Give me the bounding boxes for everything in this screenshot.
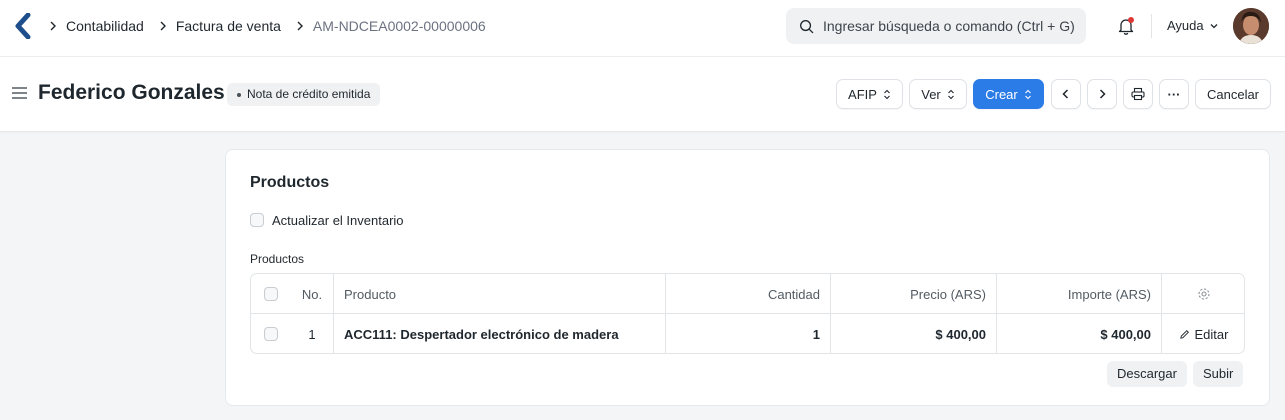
column-header-quantity: Cantidad [666, 274, 831, 314]
more-icon: ··· [1167, 86, 1181, 102]
view-button[interactable]: Ver [909, 79, 967, 109]
column-header-rate: Precio (ARS) [831, 274, 997, 314]
notification-dot [1128, 17, 1134, 23]
more-actions-button[interactable]: ··· [1159, 79, 1189, 109]
chevron-left-icon [1062, 89, 1069, 99]
page-header: Federico Gonzales Nota de crédito emitid… [0, 57, 1285, 132]
column-settings-cell [1162, 274, 1244, 314]
help-menu[interactable]: Ayuda [1167, 18, 1219, 33]
cancel-label: Cancelar [1206, 86, 1260, 102]
download-button[interactable]: Descargar [1107, 361, 1187, 387]
column-header-amount: Importe (ARS) [997, 274, 1162, 314]
select-arrows-icon [884, 89, 890, 99]
upload-button[interactable]: Subir [1193, 361, 1244, 387]
breadcrumb: Contabilidad Factura de venta AM-NDCEA00… [48, 0, 500, 52]
status-badge: Nota de crédito emitida [227, 83, 381, 106]
pencil-icon [1179, 329, 1189, 339]
update-stock-label: Actualizar el Inventario [272, 213, 404, 228]
search-icon [800, 19, 814, 33]
row-product[interactable]: ACC111: Despertador electrónico de mader… [334, 314, 666, 353]
items-section-card: Productos Actualizar el Inventario Produ… [225, 149, 1270, 406]
search-bar[interactable] [786, 8, 1086, 44]
items-table: No. Producto Cantidad Precio (ARS) Impor… [250, 273, 1245, 354]
select-arrows-icon [1024, 89, 1031, 99]
breadcrumb-sales-invoice[interactable]: Factura de venta [176, 18, 281, 34]
table-header-row: No. Producto Cantidad Precio (ARS) Impor… [251, 274, 1244, 314]
help-label: Ayuda [1167, 18, 1204, 33]
divider [1151, 14, 1152, 38]
section-title: Productos [250, 174, 330, 191]
row-checkbox[interactable] [264, 327, 278, 341]
chevron-right-icon [1099, 89, 1106, 99]
afip-button[interactable]: AFIP [836, 79, 903, 109]
edit-label: Editar [1194, 326, 1229, 342]
next-document-button[interactable] [1087, 79, 1117, 109]
chevron-right-icon [295, 21, 305, 31]
sidebar-toggle-icon[interactable] [12, 86, 27, 100]
top-navbar: Contabilidad Factura de venta AM-NDCEA00… [0, 0, 1285, 57]
chevron-down-icon [1210, 23, 1218, 28]
afip-label: AFIP [848, 86, 877, 102]
column-header-product: Producto [334, 274, 666, 314]
items-field-label: Productos [250, 252, 305, 266]
cancel-button[interactable]: Cancelar [1195, 79, 1271, 109]
row-number: 1 [291, 314, 334, 353]
chevron-right-icon [48, 21, 58, 31]
column-header-no: No. [291, 274, 334, 314]
chevron-right-icon [158, 21, 168, 31]
table-row[interactable]: 1 ACC111: Despertador electrónico de mad… [251, 314, 1244, 353]
printer-icon [1131, 87, 1145, 101]
create-button[interactable]: Crear [973, 79, 1044, 109]
page-title: Federico Gonzales [38, 81, 225, 104]
gear-icon[interactable] [1197, 287, 1211, 301]
previous-document-button[interactable] [1051, 79, 1081, 109]
select-all-checkbox[interactable] [264, 287, 278, 301]
app-logo-icon[interactable] [14, 13, 32, 39]
breadcrumb-accounting[interactable]: Contabilidad [66, 18, 144, 34]
row-quantity[interactable]: 1 [666, 314, 831, 353]
breadcrumb-current-document[interactable]: AM-NDCEA0002-00000006 [313, 18, 486, 34]
print-button[interactable] [1123, 79, 1153, 109]
user-avatar[interactable] [1233, 8, 1269, 44]
row-rate[interactable]: $ 400,00 [831, 314, 997, 353]
row-actions-cell: Editar [1162, 314, 1244, 353]
create-label: Crear [985, 86, 1018, 102]
select-arrows-icon [947, 89, 954, 99]
select-all-cell [251, 274, 291, 314]
update-stock-checkbox[interactable] [250, 213, 264, 227]
view-label: Ver [921, 86, 941, 102]
row-amount: $ 400,00 [997, 314, 1162, 353]
search-input[interactable] [823, 18, 1083, 34]
edit-row-button[interactable]: Editar [1179, 326, 1229, 342]
row-select-cell [251, 314, 291, 353]
